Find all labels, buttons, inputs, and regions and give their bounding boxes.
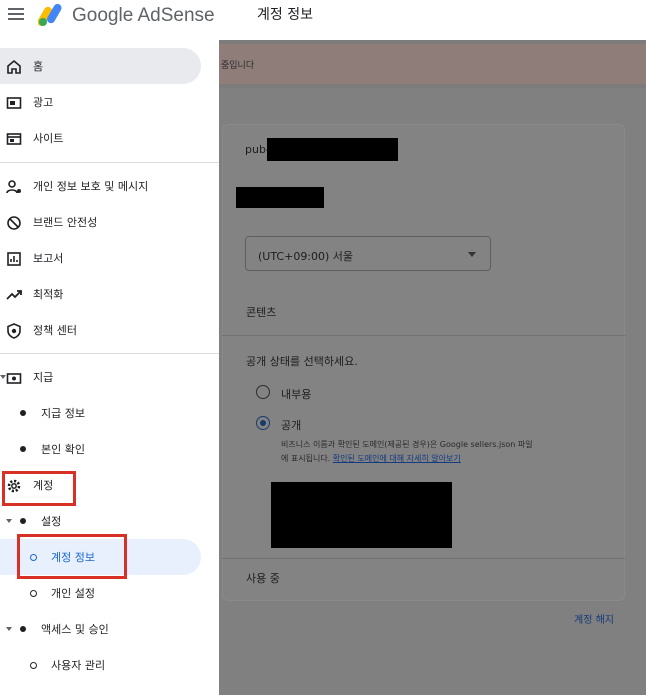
redacted-business-info [271,482,452,548]
sidebar-item-label: 개인 정보 보호 및 메시지 [33,180,149,193]
sidebar-item-user-management[interactable]: 사용자 관리 [0,647,219,683]
sidebar-item-sites[interactable]: 사이트 [0,120,219,156]
divider [222,558,625,559]
bullet-icon [20,626,26,632]
menu-icon[interactable] [8,8,24,22]
sidebar-item-label: 계정 정보 [51,551,95,564]
sidebar-item-label: 설정 [41,515,62,528]
sidebar-item-payment-info[interactable]: 지급 정보 [0,395,219,431]
bullet-icon [20,410,26,416]
circle-icon [30,590,37,597]
sidebar-item-label: 브랜드 안전성 [33,216,98,229]
shield-icon [7,323,21,339]
block-icon [7,216,21,230]
learn-more-link[interactable]: 확인된 도메인에 대해 자세히 알아보기 [333,454,461,463]
payments-icon [6,373,22,384]
sidebar-item-reports[interactable]: 보고서 [0,240,219,276]
sidebar-item-privacy[interactable]: 개인 정보 보호 및 메시지 [0,168,219,204]
radio-public-label: 공개 [281,419,302,432]
divider [0,162,219,163]
public-help-text: 비즈니스 이름과 확인된 도메인(제공된 경우)은 Google sellers… [281,440,533,449]
radio-public[interactable] [256,416,270,430]
home-icon [7,59,21,74]
page-title: 계정 정보 [257,7,313,23]
sidebar-item-access[interactable]: 액세스 및 승인 [0,611,219,647]
notification-banner: 중입니다 [219,44,646,84]
sidebar-item-optimization[interactable]: 최적화 [0,276,219,312]
redacted-publisher-id [267,138,398,161]
circle-icon [30,554,37,561]
close-account-link[interactable]: 계정 해지 [574,611,614,626]
radio-internal[interactable] [256,385,270,399]
chevron-down-icon[interactable] [6,519,12,523]
sidebar-item-personal-settings[interactable]: 개인 설정 [0,575,219,611]
circle-icon [30,662,37,669]
sidebar-item-ads[interactable]: 광고 [0,84,219,120]
timezone-select[interactable]: (UTC+09:00) 서울 [245,236,491,271]
reports-icon [7,252,21,266]
bullet-icon [20,518,26,524]
sidebar-item-policy-center[interactable]: 정책 센터 [0,312,219,348]
sidebar-item-account[interactable]: 계정 [0,467,219,503]
sidebar-item-label: 지급 정보 [41,407,85,420]
sites-icon [6,133,22,145]
top-bar: Google AdSense 계정 정보 [0,0,646,40]
banner-text: 중입니다 [221,61,255,71]
radio-internal-label: 내부용 [281,388,312,401]
public-help-prefix: 에 표시됩니다. [281,454,331,463]
bullet-icon [20,446,26,452]
adsense-logo-icon [38,3,62,27]
sidebar: 홈 광고 사이트 개인 정보 보호 및 메시지 브랜드 안전성 보고서 최적화 … [0,40,219,695]
sidebar-item-label: 최적화 [33,288,64,301]
visibility-prompt: 공개 상태를 선택하세요. [246,355,358,368]
gear-icon [7,479,21,493]
chevron-down-icon[interactable] [6,627,12,631]
sidebar-item-label: 광고 [33,96,54,109]
divider [0,353,219,354]
timezone-value: (UTC+09:00) 서울 [258,250,354,263]
sidebar-item-home[interactable]: 홈 [0,48,201,84]
sidebar-item-label: 본인 확인 [41,443,85,456]
sidebar-item-label: 정책 센터 [33,324,77,337]
trending-up-icon [6,290,22,300]
sidebar-item-brand-safety[interactable]: 브랜드 안전성 [0,204,219,240]
sidebar-item-payments[interactable]: 지급 [0,359,219,395]
sidebar-item-account-info[interactable]: 계정 정보 [0,539,201,575]
sidebar-item-label: 보고서 [33,252,64,265]
person-settings-icon [6,180,21,194]
main-content: 중입니다 pub- (UTC+09:00) 서울 콘텐츠 공개 상태를 선택하세… [219,40,646,695]
sidebar-item-verification[interactable]: 본인 확인 [0,431,219,467]
divider [222,335,625,336]
public-help-text-line2: 에 표시됩니다. 확인된 도메인에 대해 자세히 알아보기 [281,453,461,464]
sidebar-item-label: 계정 [33,479,54,492]
sidebar-item-label: 지급 [33,371,54,384]
brand-name: Google AdSense [72,5,215,26]
redacted-account-name [236,187,324,208]
sidebar-item-label: 개인 설정 [51,587,95,600]
sidebar-item-settings[interactable]: 설정 [0,503,219,539]
content-heading: 콘텐츠 [246,306,277,319]
chevron-down-icon [468,252,476,257]
sidebar-item-label: 홈 [33,60,44,73]
sidebar-item-label: 사이트 [33,132,64,145]
account-status: 사용 중 [246,572,280,585]
sidebar-item-label: 사용자 관리 [51,659,106,672]
sidebar-item-label: 액세스 및 승인 [41,623,109,636]
ads-icon [6,97,22,109]
